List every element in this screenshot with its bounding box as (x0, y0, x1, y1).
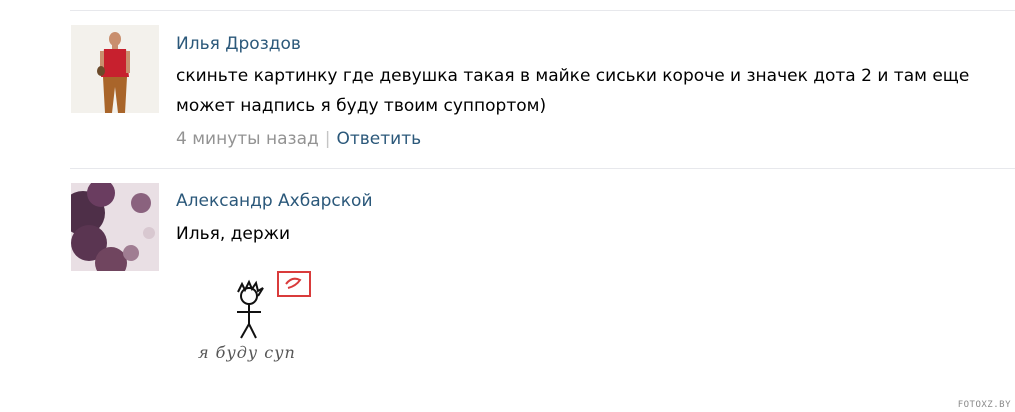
comment-meta: 4 минуты назад | Ответить (176, 129, 421, 149)
meta-divider: | (324, 129, 331, 149)
comment-item: Александр Ахбарской Илья, держи (0, 170, 1015, 410)
user-photo-icon (71, 183, 159, 271)
comment-time[interactable]: 4 минуты назад (176, 129, 319, 149)
comment-author[interactable]: Илья Дроздов (176, 34, 301, 54)
attachment-caption: я буду суп (198, 343, 296, 362)
avatar[interactable] (71, 183, 159, 271)
reply-link[interactable]: Ответить (336, 129, 421, 149)
watermark: FOTOXZ.BY (957, 400, 1011, 410)
comment-item: Илья Дроздов скиньте картинку где девушк… (0, 0, 1015, 170)
user-photo-icon (71, 25, 159, 113)
comment-separator (70, 168, 1015, 169)
comment-author[interactable]: Александр Ахбарской (176, 191, 373, 211)
avatar[interactable] (71, 25, 159, 113)
comment-text: Илья, держи (176, 224, 291, 244)
comment-text: скиньте картинку где девушка такая в май… (176, 66, 970, 116)
